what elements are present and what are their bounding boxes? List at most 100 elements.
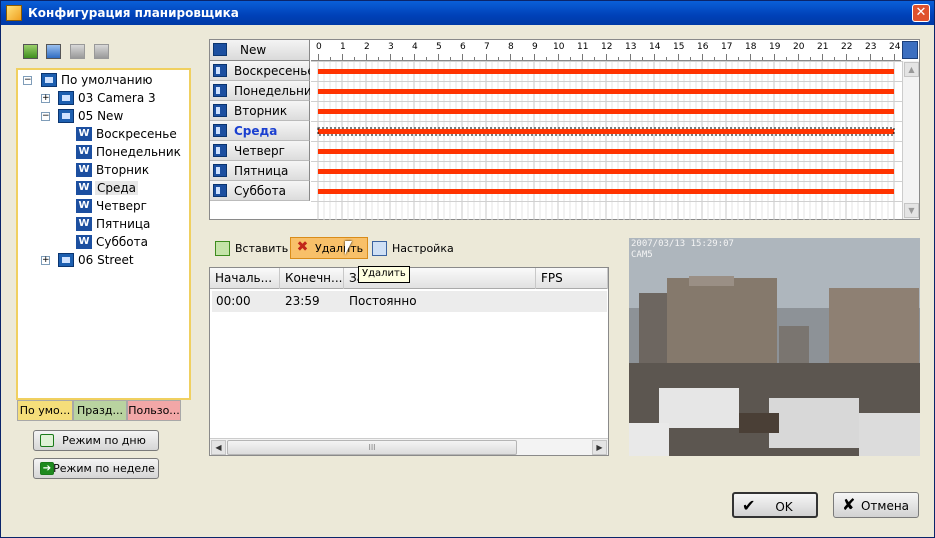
hour-tick-label: 5 [436, 42, 442, 52]
export-icon[interactable] [94, 44, 109, 59]
schedule-tree: − По умолчанию + 03 Camera 3 − 05 New W … [16, 68, 191, 400]
ok-button[interactable]: ✔ OK [732, 492, 818, 518]
scrollbar-thumb[interactable]: III [227, 440, 517, 455]
day-row-header[interactable]: Четверг [210, 141, 310, 161]
cell-start: 00:00 [216, 294, 251, 308]
half-hour-tick [594, 57, 595, 60]
expand-icon[interactable]: + [41, 94, 50, 103]
day-row-label: Вторник [234, 104, 288, 118]
expand-icon[interactable]: + [41, 256, 50, 265]
column-end[interactable]: Конечн... [280, 268, 344, 289]
insert-button[interactable]: Вставить [211, 239, 291, 259]
mouse-cursor-icon [345, 241, 359, 255]
day-row-header[interactable]: Вторник [210, 101, 310, 121]
schedule-icon [41, 73, 57, 87]
half-hour-tick [714, 57, 715, 60]
hour-tick [558, 54, 559, 60]
tree-day-saturday[interactable]: W Суббота [76, 234, 186, 251]
scroll-left-arrow[interactable]: ◀ [211, 440, 226, 455]
schedule-bar [318, 169, 894, 174]
hour-tick-label: 21 [817, 42, 829, 52]
schedule-bar [318, 189, 894, 194]
tree-day-wednesday[interactable]: W Среда [76, 180, 186, 197]
hour-tick-label: 2 [364, 42, 370, 52]
week-day-icon: W [76, 145, 92, 159]
tree-node-street[interactable]: + 06 Street [41, 252, 181, 269]
hour-tick [774, 54, 775, 60]
half-hour-tick [450, 57, 451, 60]
scroll-up-arrow[interactable]: ▲ [904, 62, 919, 77]
hour-tick [606, 54, 607, 60]
hour-ruler: 0 1 2 3 4 5 6 7 8 9 10 11 12 13 14 15 16 17 18 19 20 21 22 23 24 [311, 40, 901, 61]
cell-end: 23:59 [285, 294, 320, 308]
hour-tick [366, 54, 367, 60]
scroll-right-arrow[interactable]: ▶ [592, 440, 607, 455]
tab-custom[interactable]: Пользо... [127, 400, 181, 421]
paste-icon[interactable] [70, 44, 85, 59]
cancel-button[interactable]: ✘ Отмена [833, 492, 919, 518]
half-hour-tick [642, 57, 643, 60]
tree-day-sunday[interactable]: W Воскресенье [76, 126, 186, 143]
delete-tooltip: Удалить [358, 266, 410, 283]
hour-tick [438, 54, 439, 60]
scheduler-config-window: Конфигурация планировщика ✕ − По умолчан… [0, 0, 935, 538]
collapse-icon[interactable]: − [23, 76, 32, 85]
scroll-down-arrow[interactable]: ▼ [904, 203, 919, 218]
schedule-icon [213, 43, 227, 56]
half-hour-tick [402, 57, 403, 60]
week-mode-button[interactable]: ➔ Режим по неделе [33, 458, 159, 479]
hour-tick-label: 18 [745, 42, 757, 52]
schedule-bar [318, 109, 894, 114]
tree-node-camera3[interactable]: + 03 Camera 3 [41, 90, 181, 107]
hour-tick-label: 17 [721, 42, 733, 52]
half-hour-tick [618, 57, 619, 60]
week-day-icon: W [76, 217, 92, 231]
column-fps[interactable]: FPS [536, 268, 608, 289]
settings-button[interactable]: Настройка [368, 239, 458, 259]
tree-node-new[interactable]: − 05 New [41, 108, 181, 125]
collapse-icon[interactable]: − [41, 112, 50, 121]
hour-tick-label: 8 [508, 42, 514, 52]
calendar-icon[interactable] [902, 41, 918, 59]
tree-day-monday[interactable]: W Понедельник [76, 144, 186, 161]
camera-frame-image [629, 238, 920, 456]
schedule-bar [318, 69, 894, 74]
window-title: Конфигурация планировщика [28, 6, 239, 20]
hour-tick [750, 54, 751, 60]
camera-icon [58, 253, 74, 267]
hour-tick [822, 54, 823, 60]
day-row-header[interactable]: Суббота [210, 181, 310, 201]
tree-day-friday[interactable]: W Пятница [76, 216, 186, 233]
day-icon [213, 104, 227, 117]
day-row-header[interactable]: Воскресенье [210, 61, 310, 81]
import-icon[interactable] [23, 44, 38, 59]
hour-tick-label: 9 [532, 42, 538, 52]
tree-day-thursday[interactable]: W Четверг [76, 198, 186, 215]
table-row[interactable]: 00:00 23:59 Постоянно [212, 291, 607, 312]
column-start[interactable]: Началь... [210, 268, 280, 289]
cell-type: Постоянно [349, 294, 417, 308]
copy-icon[interactable] [46, 44, 61, 59]
tab-holidays[interactable]: Празд... [73, 400, 127, 421]
hour-tick [702, 54, 703, 60]
tree-day-tuesday[interactable]: W Вторник [76, 162, 186, 179]
grid-corner-header: New [210, 40, 310, 61]
day-row-header[interactable]: Среда [210, 121, 310, 141]
hour-tick [798, 54, 799, 60]
schedule-bar [318, 129, 894, 134]
day-row-header[interactable]: Понедельник [210, 81, 310, 101]
day-row-header[interactable]: Пятница [210, 161, 310, 181]
day-row-label: Понедельник [234, 84, 310, 98]
hour-tick-label: 3 [388, 42, 394, 52]
week-day-icon: W [76, 127, 92, 141]
tab-default[interactable]: По умо... [17, 400, 73, 421]
schedule-timeline[interactable] [311, 61, 902, 220]
day-mode-button[interactable]: Режим по дню [33, 430, 159, 451]
grid-vertical-scrollbar[interactable]: ▲ ▼ [902, 61, 919, 219]
half-hour-tick [474, 57, 475, 60]
half-hour-tick [546, 57, 547, 60]
table-horizontal-scrollbar[interactable]: ◀ III ▶ [210, 438, 608, 455]
hour-tick-label: 11 [577, 42, 589, 52]
close-button[interactable]: ✕ [912, 4, 930, 22]
tree-node-default[interactable]: − По умолчанию [23, 72, 183, 89]
